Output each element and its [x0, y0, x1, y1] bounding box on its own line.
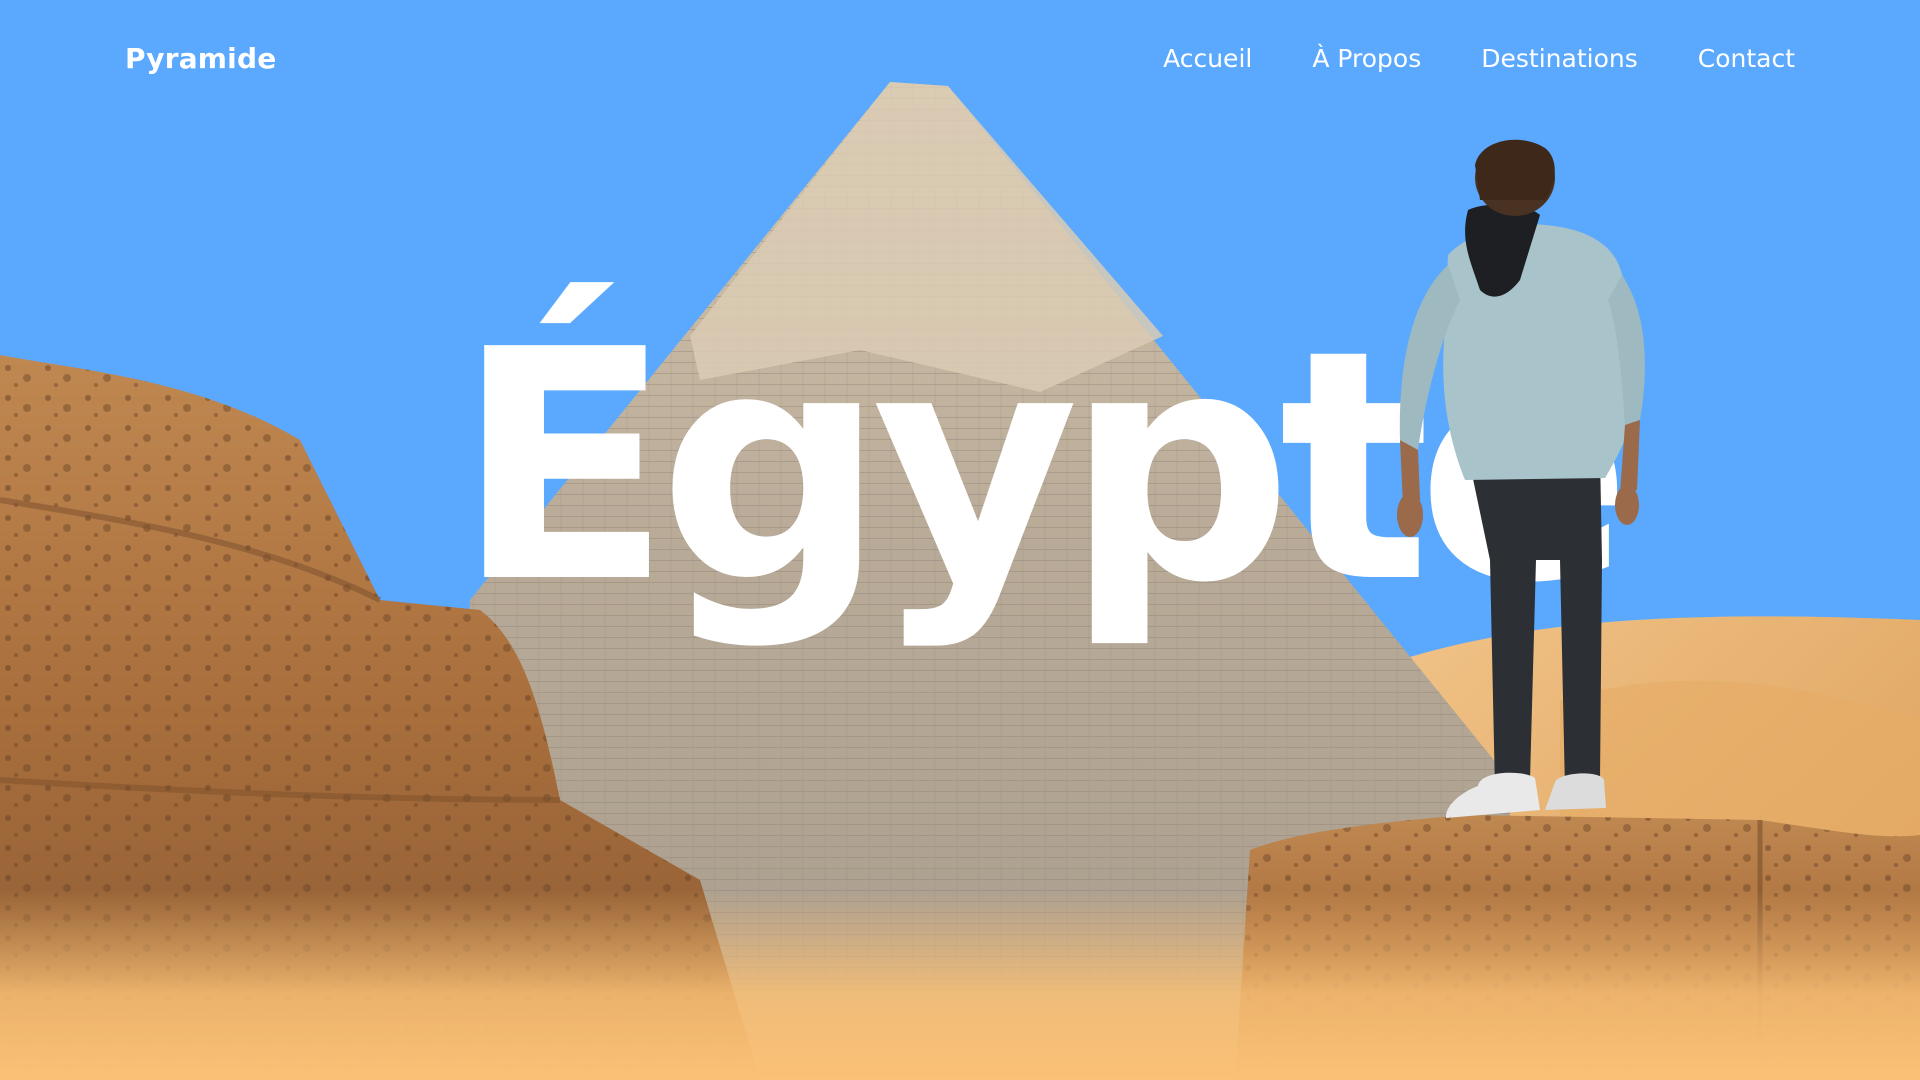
nav-menu: Accueil À Propos Destinations Contact — [1163, 44, 1795, 73]
brand-logo[interactable]: Pyramide — [125, 42, 276, 75]
hero-title: Égypte — [455, 282, 1632, 652]
sand-fade — [0, 890, 1920, 1080]
nav-item-destinations[interactable]: Destinations — [1481, 44, 1637, 73]
hero-section: Pyramide Accueil À Propos Destinations C… — [0, 0, 1920, 1080]
top-navigation: Pyramide Accueil À Propos Destinations C… — [0, 0, 1920, 120]
nav-item-a-propos[interactable]: À Propos — [1312, 44, 1421, 73]
nav-item-contact[interactable]: Contact — [1698, 44, 1795, 73]
nav-item-accueil[interactable]: Accueil — [1163, 44, 1252, 73]
